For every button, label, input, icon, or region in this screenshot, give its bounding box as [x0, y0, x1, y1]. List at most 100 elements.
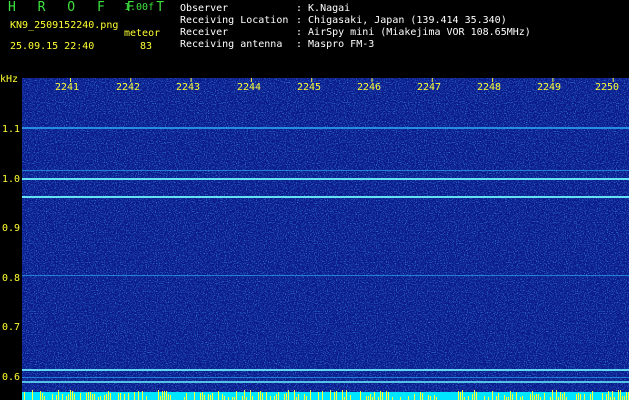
detection-spike [252, 396, 253, 400]
detection-spike [434, 395, 435, 400]
detection-spike [162, 391, 163, 400]
detection-spike [428, 395, 429, 400]
detection-spike [124, 394, 125, 400]
x-tick: 2246 [357, 82, 382, 93]
detection-spike [366, 396, 367, 400]
detection-spike [158, 390, 159, 400]
version-label: 1.00f [124, 2, 155, 13]
info-key-antenna: Receiving antenna [180, 39, 283, 50]
detection-spike [498, 393, 499, 400]
x-tick: 2247 [417, 82, 442, 93]
detection-spike [536, 394, 537, 400]
detection-spike [100, 396, 101, 400]
signal-line [22, 170, 629, 171]
detection-spike [474, 390, 475, 400]
detection-spike [142, 391, 143, 400]
detection-spike [318, 392, 319, 400]
detection-spike [170, 395, 171, 400]
detection-spike [24, 392, 25, 400]
y-tick: 1.1 [2, 124, 21, 135]
y-tick: 0.6 [2, 372, 21, 383]
detection-spike [538, 394, 539, 400]
detection-spike [484, 396, 485, 400]
detection-spike [430, 396, 431, 400]
detection-spike [106, 394, 107, 400]
detection-spike [284, 394, 285, 400]
detection-spike [70, 390, 71, 400]
detection-spike [388, 392, 389, 400]
datetime-label: 25.09.15 22:40 [10, 41, 95, 52]
detection-spike [496, 396, 497, 400]
detection-spike [562, 394, 563, 400]
spectrogram-noise [22, 78, 629, 400]
detection-spike [414, 394, 415, 400]
signal-line [22, 377, 629, 378]
detection-spike [286, 393, 287, 400]
detection-spike [336, 391, 337, 400]
detection-spike [208, 394, 209, 400]
detection-spike [560, 392, 561, 400]
detection-spike [44, 396, 45, 400]
detection-spike [492, 391, 493, 400]
detection-spike [472, 394, 473, 400]
detection-spike [544, 393, 545, 400]
detection-spike [204, 395, 205, 400]
detection-spike [66, 396, 67, 400]
detection-spike [40, 391, 41, 400]
detection-spike [420, 392, 421, 400]
y-tick: 0.7 [2, 322, 21, 333]
spectrogram-canvas [22, 78, 629, 400]
detection-spike [250, 390, 251, 400]
bottom-band [22, 392, 629, 400]
y-tick: 0.9 [2, 223, 21, 234]
header-panel: H R O F F T 1.00f KN9_2509152240.png met… [0, 0, 629, 76]
detection-spike [360, 391, 361, 400]
detection-spike [108, 391, 109, 400]
detection-spike [210, 395, 211, 400]
spectrogram[interactable] [22, 78, 629, 400]
detection-spike [224, 396, 225, 400]
detection-spike [534, 395, 535, 400]
detection-spike [94, 394, 95, 400]
detection-spike [576, 394, 577, 400]
detection-spike [622, 396, 623, 400]
detection-spike [168, 394, 169, 400]
detection-spike [270, 396, 271, 400]
signal-line [22, 178, 629, 180]
y-tick: 1.0 [2, 174, 21, 185]
detection-spike [516, 392, 517, 400]
detection-spike [266, 392, 267, 400]
detection-spike [306, 396, 307, 400]
meteor-label: meteor [124, 28, 161, 39]
x-tick: 2250 [595, 82, 620, 93]
detection-spike [530, 394, 531, 400]
detection-spike [92, 394, 93, 400]
detection-spike [626, 392, 627, 400]
detection-spike [380, 391, 381, 400]
detection-spike [194, 392, 195, 400]
x-tick: 2248 [477, 82, 502, 93]
detection-spike [244, 390, 245, 400]
detection-spike [278, 392, 279, 400]
detection-spike [618, 390, 619, 400]
info-key-location: Receiving Location [180, 15, 289, 26]
detection-spike [274, 396, 275, 400]
detection-spike [476, 392, 477, 400]
detection-spike [288, 390, 289, 400]
detection-spike [368, 396, 369, 400]
x-tick: 2243 [176, 82, 201, 93]
detection-spike [346, 390, 347, 400]
detection-spike [218, 391, 219, 400]
detection-spike [458, 391, 459, 400]
detection-spike [386, 391, 387, 400]
detection-spike [260, 391, 261, 400]
detection-spike [164, 391, 165, 400]
detection-spike [80, 393, 81, 400]
detection-spike [624, 396, 625, 400]
detection-spike [382, 392, 383, 400]
info-value-receiver: : AirSpy mini (Miakejima VOR 108.65MHz) [296, 27, 531, 38]
detection-spike [462, 390, 463, 400]
detection-spike [304, 394, 305, 400]
detection-spike [138, 391, 139, 400]
signal-line [22, 196, 629, 198]
